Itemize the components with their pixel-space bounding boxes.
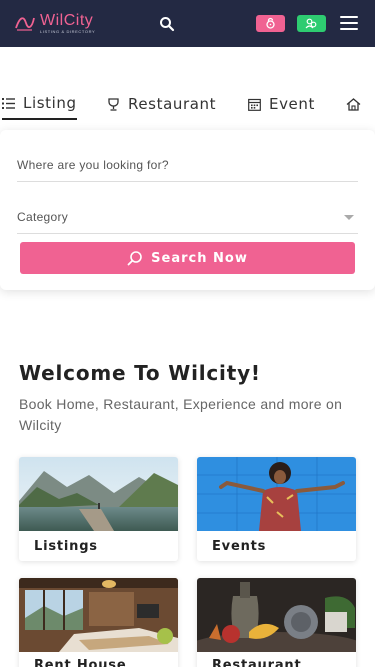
card-label-rent-house: Rent House [34, 658, 127, 667]
search-icon[interactable] [159, 16, 175, 32]
list-icon [2, 97, 15, 109]
logo-mark-icon [15, 17, 35, 31]
logo-text: WilCity [40, 12, 94, 29]
category-card-events[interactable]: Events [197, 457, 356, 561]
search-now-label: Search Now [151, 250, 248, 266]
search-icon [127, 251, 142, 266]
tab-event[interactable]: Event [248, 88, 315, 120]
lock-icon [266, 17, 275, 29]
card-label-events: Events [212, 539, 267, 554]
wilcity-logo[interactable]: WilCity LISTING & DIRECTORY [14, 12, 104, 36]
person-blue-wall-image [197, 457, 356, 531]
login-button[interactable] [256, 15, 285, 32]
tab-listing-label: Listing [23, 94, 77, 112]
where-placeholder: Where are you looking for? [17, 158, 169, 172]
tab-restaurant-label: Restaurant [128, 95, 217, 113]
users-icon [305, 18, 317, 29]
search-now-button[interactable]: Search Now [20, 242, 355, 274]
category-card-listings[interactable]: Listings [19, 457, 178, 561]
chevron-down-icon [344, 215, 354, 220]
home-icon [346, 97, 361, 111]
category-select[interactable]: Category [17, 204, 358, 234]
tab-restaurant[interactable]: Restaurant [107, 88, 216, 120]
category-placeholder: Category [17, 210, 69, 224]
where-input[interactable]: Where are you looking for? [17, 152, 358, 182]
food-still-life-image [197, 578, 356, 652]
welcome-title: Welcome To Wilcity! [19, 361, 261, 385]
tab-listing[interactable]: Listing [2, 88, 77, 120]
hamburger-menu-icon[interactable] [340, 16, 358, 30]
search-tabs: Listing Restaurant Event [0, 88, 375, 122]
welcome-subtitle: Book Home, Restaurant, Experience and mo… [19, 396, 343, 433]
lake-mountain-image [19, 457, 178, 531]
tab-home[interactable] [346, 88, 361, 120]
logo-tagline: LISTING & DIRECTORY [40, 29, 96, 34]
category-card-rent-house[interactable]: Rent House [19, 578, 178, 667]
category-card-restaurant[interactable]: Restaurant [197, 578, 356, 667]
card-label-listings: Listings [34, 539, 98, 554]
bedroom-interior-image [19, 578, 178, 652]
tab-event-label: Event [269, 95, 315, 113]
top-header: WilCity LISTING & DIRECTORY [0, 0, 375, 47]
calendar-icon [248, 98, 261, 111]
cup-icon [108, 97, 119, 111]
card-label-restaurant: Restaurant [212, 658, 302, 667]
register-button[interactable] [297, 15, 326, 32]
